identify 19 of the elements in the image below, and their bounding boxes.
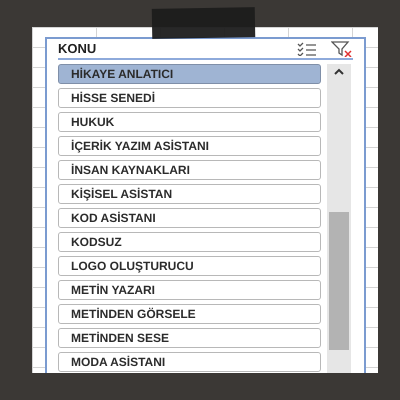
slicer-item[interactable]: LOGO OLUŞTURUCU xyxy=(58,256,321,276)
slicer-item[interactable]: METİNDEN GÖRSELE xyxy=(58,304,321,324)
scroll-up-icon[interactable] xyxy=(333,68,345,76)
slicer-item[interactable]: HUKUK xyxy=(58,112,321,132)
slicer-item[interactable]: MODA ASİSTANI xyxy=(58,352,321,372)
slicer-item[interactable]: KODSUZ xyxy=(58,232,321,252)
slicer-item[interactable]: KOD ASİSTANI xyxy=(58,208,321,228)
scrollbar[interactable] xyxy=(327,64,351,373)
slicer-item[interactable]: HİKAYE ANLATICI xyxy=(58,64,321,84)
slicer-item[interactable]: İNSAN KAYNAKLARI xyxy=(58,160,321,180)
scrollbar-thumb[interactable] xyxy=(329,212,349,350)
slicer-item[interactable]: İÇERİK YAZIM ASİSTANI xyxy=(58,136,321,156)
clear-filter-icon[interactable] xyxy=(331,41,353,57)
slicer-title: KONU xyxy=(58,40,98,58)
multi-select-icon[interactable] xyxy=(297,42,317,56)
slicer-item[interactable]: HİSSE SENEDİ xyxy=(58,88,321,108)
slicer-item[interactable]: KİŞİSEL ASİSTAN xyxy=(58,184,321,204)
slicer-item[interactable]: METİNDEN SESE xyxy=(58,328,321,348)
slicer-item[interactable]: METİN YAZARI xyxy=(58,280,321,300)
